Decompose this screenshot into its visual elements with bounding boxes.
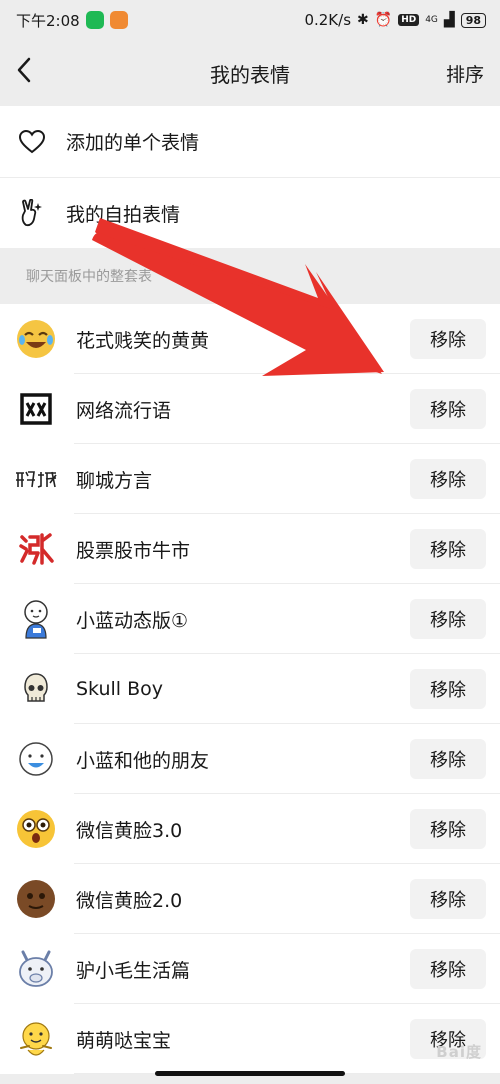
bluetooth-icon: ✱ [357, 12, 369, 28]
page-title: 我的表情 [210, 62, 290, 87]
signal-icon: ▟ [443, 12, 455, 28]
remove-button[interactable]: 移除 [410, 389, 486, 429]
pack-name: Skull Boy [76, 678, 164, 700]
battery-icon: 98 [460, 12, 486, 28]
list-item: 网络流行语 移除 [0, 374, 500, 444]
list-item: 萌萌哒宝宝 移除 [0, 1004, 500, 1074]
remove-button[interactable]: 移除 [410, 599, 486, 639]
menu-item-selfie-stickers[interactable]: 我的自拍表情 [0, 177, 500, 248]
hd-icon: HD [398, 14, 420, 26]
menu-item-single-stickers[interactable]: 添加的单个表情 [0, 106, 500, 177]
list-item: 微信黄脸3.0 移除 [0, 794, 500, 864]
list-item: 股票股市牛市 移除 [0, 514, 500, 584]
menu-item-label: 我的自拍表情 [66, 203, 181, 226]
status-bar: 下午2:08 0.2K/s ✱ ⏰ HD 4G ▟ 98 [0, 0, 500, 40]
blue-character-icon [14, 597, 58, 641]
peace-hand-icon [18, 199, 46, 227]
list-item: Skull Boy 移除 [0, 654, 500, 724]
status-right: 0.2K/s ✱ ⏰ HD 4G ▟ 98 [304, 11, 486, 29]
pack-name: 驴小毛生活篇 [76, 959, 191, 982]
pack-name: 微信黄脸2.0 [76, 889, 183, 912]
watermark: Bai度 [436, 1043, 482, 1061]
menu-item-label: 添加的单个表情 [66, 132, 200, 154]
liaocheng-text-icon [14, 457, 58, 501]
list-item: 花式贱笑的黄黄 移除 [0, 304, 500, 374]
pack-name: 股票股市牛市 [76, 539, 191, 562]
remove-button[interactable]: 移除 [410, 319, 486, 359]
list-item: 小蓝动态版① 移除 [0, 584, 500, 654]
remove-button[interactable]: 移除 [410, 459, 486, 499]
pack-name: 小蓝动态版① [76, 609, 189, 632]
wechat-notification-icon [85, 11, 104, 29]
section-header: 聊天面板中的整套表 [0, 248, 500, 304]
back-icon[interactable] [16, 57, 56, 90]
zhang-character-icon [14, 527, 58, 571]
remove-button[interactable]: 移除 [410, 529, 486, 569]
status-time: 下午2:08 [16, 11, 80, 30]
home-indicator[interactable] [155, 1071, 345, 1076]
sticker-pack-list: 花式贱笑的黄黄 移除 网络流行语 移除 聊城方言 移除 股票股市牛市 移除 小蓝… [0, 304, 500, 1074]
status-left: 下午2:08 [16, 10, 128, 31]
wang-character-icon [14, 387, 58, 431]
pack-name: 微信黄脸3.0 [76, 819, 183, 842]
pack-name: 萌萌哒宝宝 [76, 1029, 172, 1052]
remove-button[interactable]: 移除 [410, 669, 486, 709]
list-item: 驴小毛生活篇 移除 [0, 934, 500, 1004]
baby-icon [14, 1017, 58, 1061]
brown-face-icon [14, 877, 58, 921]
pack-name: 网络流行语 [76, 399, 172, 422]
list-item: 小蓝和他的朋友 移除 [0, 724, 500, 794]
donkey-icon [14, 947, 58, 991]
network-speed: 0.2K/s [304, 11, 352, 29]
list-item: 微信黄脸2.0 移除 [0, 864, 500, 934]
remove-button[interactable]: 移除 [410, 809, 486, 849]
pack-name: 聊城方言 [76, 469, 153, 492]
network-type: 4G [425, 14, 438, 25]
app-notification-icon [109, 11, 128, 29]
nav-bar: 我的表情 排序 [0, 40, 500, 106]
skull-icon [14, 667, 58, 711]
menu-group: 添加的单个表情 我的自拍表情 [0, 106, 500, 248]
list-item: 聊城方言 移除 [0, 444, 500, 514]
pack-name: 小蓝和他的朋友 [76, 749, 210, 772]
laughing-face-icon [14, 317, 58, 361]
remove-button[interactable]: 移除 [410, 739, 486, 779]
remove-button[interactable]: 移除 [410, 949, 486, 989]
sort-button[interactable]: 排序 [446, 60, 484, 87]
blue-face-icon [14, 737, 58, 781]
alarm-icon: ⏰ [374, 12, 393, 28]
pack-name: 花式贱笑的黄黄 [76, 329, 210, 352]
heart-outline-icon [18, 129, 46, 154]
surprised-face-icon [14, 807, 58, 851]
remove-button[interactable]: 移除 [410, 879, 486, 919]
